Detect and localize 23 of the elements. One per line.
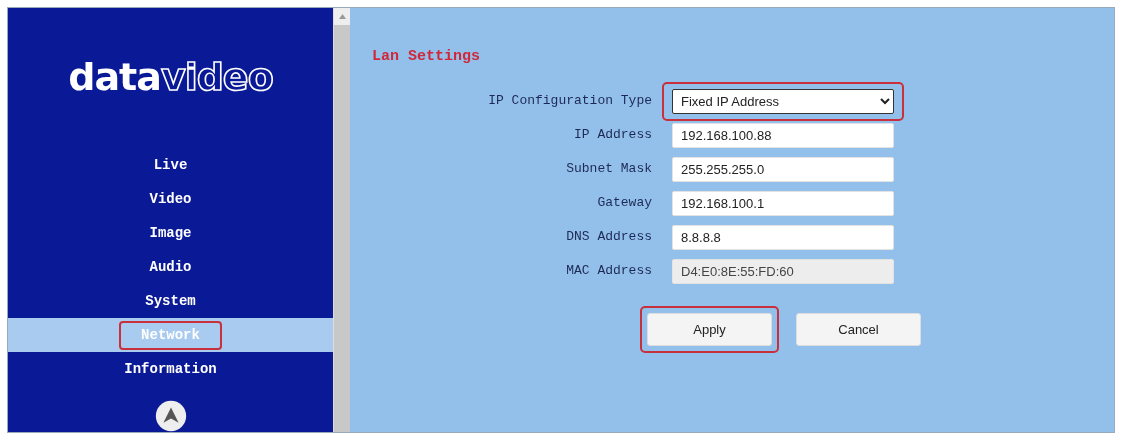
- field-label: DNS Address: [565, 228, 653, 247]
- nav-item[interactable]: Live: [131, 150, 210, 180]
- field-label: Subnet Mask: [565, 160, 653, 179]
- cancel-button[interactable]: Cancel: [796, 313, 921, 346]
- section-title: Lan Settings: [372, 48, 482, 66]
- input-field[interactable]: 192.168.100.88: [672, 122, 894, 148]
- nav-item[interactable]: Image: [127, 218, 214, 248]
- nav-item[interactable]: Audio: [127, 252, 214, 282]
- scrollbar[interactable]: [333, 8, 350, 432]
- apply-button[interactable]: Apply: [647, 313, 772, 346]
- field-label: MAC Address: [565, 262, 653, 281]
- field-label: IP Configuration Type: [487, 92, 653, 111]
- dropdown[interactable]: Fixed IP Address: [672, 88, 894, 114]
- scroll-up-arrow-icon[interactable]: [338, 14, 346, 19]
- logo: datavideo: [68, 58, 273, 96]
- input-field[interactable]: 192.168.100.1: [672, 190, 894, 216]
- nav-item[interactable]: System: [123, 286, 218, 316]
- nav-item[interactable]: Video: [127, 184, 214, 214]
- field-label: Gateway: [596, 194, 653, 213]
- input-field[interactable]: 255.255.255.0: [672, 156, 894, 182]
- field-label: IP Address: [573, 126, 653, 145]
- input-field[interactable]: 8.8.8.8: [672, 224, 894, 250]
- nav-item[interactable]: Information: [102, 354, 239, 384]
